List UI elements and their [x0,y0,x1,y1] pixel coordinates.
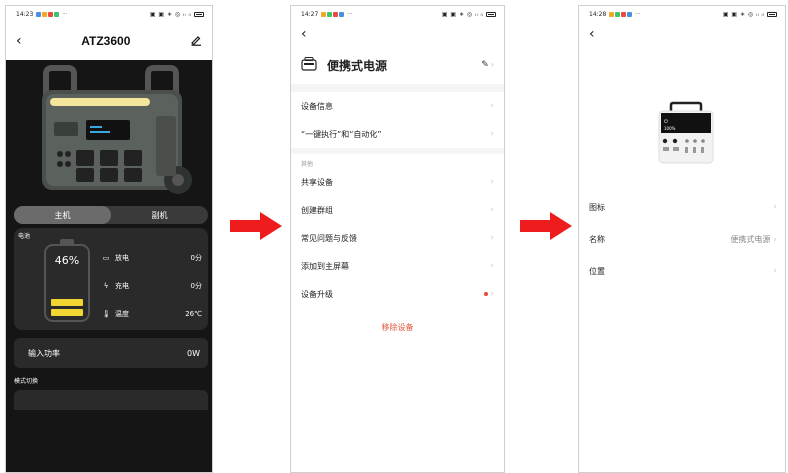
stat-value: 0分 [190,254,202,262]
battery-fill-segment [51,299,83,306]
menu-item-automation[interactable]: “一键执行”和“自动化” › [291,120,504,148]
menu-item-device-upgrade[interactable]: 设备升级 › [291,280,504,308]
divider [291,84,504,92]
chevron-right-icon: › [490,129,494,139]
menu-item-label: 位置 [589,266,605,276]
notification-icons [36,11,60,17]
stat-label: 放电 [115,254,129,262]
input-power-label: 输入功率 [28,348,60,358]
app-header: ‹ ATZ3600 [6,22,212,60]
menu-item-add-to-home[interactable]: 添加到主屏幕 › [291,252,504,280]
pencil-icon[interactable] [190,34,202,49]
menu-item-name[interactable]: 名称 便携式电源 › [579,223,785,255]
mode-switch-label: 模式切换 [14,378,39,385]
thermometer-icon: 🌡 [102,310,111,318]
tab-main-unit[interactable]: 主机 [14,206,111,224]
page-title: ATZ3600 [81,34,131,48]
flow-arrow-icon [520,212,572,240]
chevron-right-icon: › [773,266,777,276]
nav-bar: ‹ [579,22,785,46]
battery-icon [767,11,777,17]
pencil-icon[interactable]: ✎ › [481,60,494,70]
power-station-icon [301,56,317,75]
notification-icons [321,11,345,17]
chevron-right-icon: › [773,202,777,212]
update-dot-icon [484,291,489,296]
menu-item-label: 添加到主屏幕 [301,261,349,271]
battery-card: 电池 46% ▭ 放电 0分 ϟ 充电 0分 🌡 温度 26℃ [14,228,208,330]
chevron-right-icon: › [773,234,777,245]
menu-item-label: 名称 [589,234,605,244]
device-edit-list: 图标 › 名称 便携式电源 › 位置 › [579,191,785,287]
status-icons: ▣ ▣ ∗ ◎ ᵢₗ ᵢₗ [150,11,204,18]
section-label-other: 其他 [301,161,314,168]
battery-label: 电池 [18,233,31,240]
menu-item-label: 创建群组 [301,205,333,215]
battery-percent: 46% [54,254,80,267]
chevron-right-icon: › [490,205,494,215]
notification-icons [609,11,633,17]
menu-item-value: 便携式电源 [730,234,771,244]
status-bar: 14:27 ··· ▣ ▣ ∗ ◎ ᵢₗ ᵢₗ [291,6,504,22]
chevron-left-icon[interactable]: ‹ [589,26,595,42]
battery-icon [194,11,204,17]
charge-icon: ϟ [103,282,109,290]
device-name: 便携式电源 [327,58,388,73]
stat-label: 温度 [115,310,129,318]
chevron-right-icon: › [490,233,494,243]
battery-level-gauge: 46% [44,244,90,322]
status-icons: ▣ ▣ ∗ ◎ ᵢₗ ᵢₗ [723,11,777,18]
nav-bar: ‹ [291,22,504,46]
menu-item-label: 设备信息 [301,101,333,111]
menu-item-location[interactable]: 位置 › [579,255,785,287]
status-time: 14:23 [16,10,34,18]
chevron-left-icon[interactable]: ‹ [301,26,307,42]
status-bar: 14:28 ··· ▣ ▣ ∗ ◎ ᵢₗ ᵢₗ [579,6,785,22]
flow-arrow-icon [230,212,282,240]
menu-item-faq-feedback[interactable]: 常见问题与反馈 › [291,224,504,252]
remove-device-button[interactable]: 移除设备 [291,322,504,333]
status-icons: ▣ ▣ ∗ ◎ ᵢₗ ᵢₗ [442,11,496,18]
stat-temperature: 🌡 温度 26℃ [102,300,202,328]
tab-sub-unit[interactable]: 副机 [111,206,208,224]
mode-switch-card[interactable] [14,390,208,410]
phone-screen-device-dashboard: 14:23 ··· ▣ ▣ ∗ ◎ ᵢₗ ᵢₗ ‹ ATZ3600 主机 副机 … [5,5,213,473]
menu-item-icon[interactable]: 图标 › [579,191,785,223]
device-name-row[interactable]: 便携式电源 ✎ › [291,46,504,84]
chevron-left-icon[interactable]: ‹ [16,33,22,49]
stat-value: 0分 [190,282,202,290]
discharge-icon: ▭ [102,254,110,262]
menu-item-label: 图标 [589,202,605,212]
battery-stats: ▭ 放电 0分 ϟ 充电 0分 🌡 温度 26℃ [102,244,202,328]
menu-item-label: 设备升级 [301,289,333,299]
stat-label: 充电 [115,282,129,290]
stat-charge: ϟ 充电 0分 [102,272,202,300]
menu-item-label: 常见问题与反馈 [301,233,357,243]
input-power-card: 输入功率 0W [14,338,208,368]
host-tabs: 主机 副机 [14,206,208,224]
input-power-value: 0W [187,348,200,358]
phone-screen-device-settings: 14:27 ··· ▣ ▣ ∗ ◎ ᵢₗ ᵢₗ ‹ 便携式电源 ✎ › 设备信息 ›… [290,5,505,473]
menu-item-label: “一键执行”和“自动化” [301,129,382,139]
menu-item-create-group[interactable]: 创建群组 › [291,196,504,224]
chevron-right-icon: › [490,289,494,299]
battery-fill-segment [51,309,83,316]
chevron-right-icon: › [490,261,494,271]
menu-item-share-device[interactable]: 共享设备 › [291,168,504,196]
chevron-right-icon: › [490,101,494,111]
status-time: 14:27 [301,10,319,18]
svg-text:⏻: ⏻ [664,119,668,125]
status-bar: 14:23 ··· ▣ ▣ ∗ ◎ ᵢₗ ᵢₗ [6,6,212,22]
device-icon-image: ⏻ 100% [655,101,717,165]
stat-discharge: ▭ 放电 0分 [102,244,202,272]
menu-item-device-info[interactable]: 设备信息 › [291,92,504,120]
phone-screen-device-edit: 14:28 ··· ▣ ▣ ∗ ◎ ᵢₗ ᵢₗ ‹ ⏻ 100% 图标 › 名称… [578,5,786,473]
stat-value: 26℃ [185,310,202,318]
chevron-right-icon: › [490,177,494,187]
menu-item-label: 共享设备 [301,177,333,187]
device-screen-text: 100% [664,126,676,131]
device-product-image [6,60,212,206]
battery-icon [486,11,496,17]
status-time: 14:28 [589,10,607,18]
